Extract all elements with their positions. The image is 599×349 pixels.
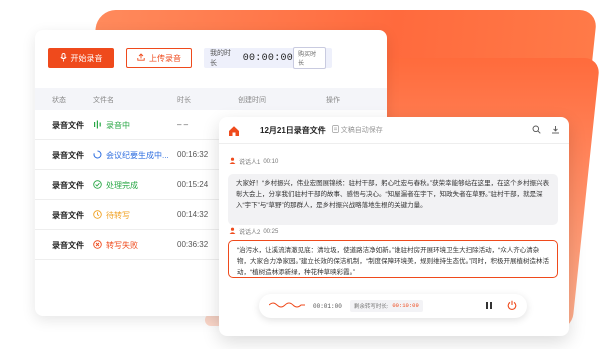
transcript-title: 12月21日录音文件 [260,125,326,135]
speaker-1-time: 00:10 [263,158,279,165]
power-icon[interactable] [507,300,517,313]
upload-recording-label: 上传录音 [149,53,181,63]
upload-recording-button[interactable]: 上传录音 [126,48,192,68]
column-header-actions: 操作 [326,97,340,104]
row-status: 转写失败 [93,240,138,251]
column-header-created: 创建时间 [238,97,266,104]
row-status-text: 转写失败 [106,241,138,250]
remaining-label: 剩余转写时长: [353,304,389,310]
player-time: 00:01:00 [313,302,342,310]
row-status-text: 会议纪要生成中... [106,151,169,160]
row-status-text: 待转写 [106,211,130,220]
home-icon[interactable] [228,124,240,136]
duration-box: 我的时长 00:00:00 购买时长 [204,47,332,69]
row-duration: 00:16:32 [177,150,209,159]
search-icon[interactable] [532,125,541,136]
speaker-2-tag: 说话人2 00:25 [229,227,278,236]
audio-player: 00:01:00 剩余转写时长: 00:10:09 [259,294,527,318]
check-circle-icon [93,180,102,191]
row-type: 录音文件 [52,181,84,190]
person-icon [229,157,236,166]
document-icon [332,125,339,135]
speaker-1-tag: 说话人1 00:10 [229,157,278,166]
spinner-icon [93,150,102,161]
transcript-bubble-2[interactable]: “治污水，让溪流清澈见底：清垃圾，使道路洁净如新。”谁驻村房开展环境卫生大扫除活… [228,240,558,278]
start-recording-button[interactable]: 开始录音 [48,48,114,68]
download-icon[interactable] [551,125,560,136]
duration-label: 我的时长 [210,50,231,67]
x-circle-icon [93,240,102,251]
row-status-text: 录音中 [106,121,130,130]
row-duration: 00:15:24 [177,180,209,189]
row-type: 录音文件 [52,151,84,160]
row-status: 待转写 [93,210,130,221]
row-type: 录音文件 [52,241,84,250]
row-status: 会议纪要生成中... [93,150,169,161]
row-duration: 00:36:32 [177,240,209,249]
row-status: 录音中 [93,120,130,131]
waveform-graphic [268,297,305,315]
pause-icon[interactable] [485,301,493,312]
upload-icon [137,53,145,63]
column-header-duration: 时长 [177,97,191,104]
buy-duration-button[interactable]: 购买时长 [293,47,326,69]
toolbar: 开始录音 上传录音 我的时长 00:00:00 购买时长 [48,47,332,69]
microphone-icon [59,52,67,64]
remaining-duration-box: 剩余转写时长: 00:10:09 [349,300,423,312]
speaker-1-name: 说话人1 [239,160,261,166]
duration-value: 00:00:00 [242,52,294,64]
clock-icon [93,210,102,221]
autosave-indicator: 文稿自动保存 [332,125,383,135]
transcript-header: 12月21日录音文件 文稿自动保存 [219,117,569,144]
row-type: 录音文件 [52,121,84,130]
autosave-text: 文稿自动保存 [340,127,383,134]
transcript-panel: 12月21日录音文件 文稿自动保存 说话人1 00:10 大家好！“乡村振兴，伟… [219,117,569,336]
transcript-bubble-1[interactable]: 大家好！“乡村振兴，伟业宏图展锦绣：驻村干部，躬心吐宏与春秋。”获荣幸能够站在这… [228,174,558,225]
start-recording-label: 开始录音 [70,53,103,63]
remaining-time: 00:10:09 [392,302,419,309]
speaker-2-name: 说话人2 [239,230,261,236]
column-header-status: 状态 [52,97,66,104]
person-icon [229,227,236,236]
speaker-2-time: 00:25 [263,228,279,235]
table-header: 状态 文件名 时长 创建时间 操作 [35,88,387,110]
row-status: 处理完成 [93,180,138,191]
column-header-filename: 文件名 [93,97,114,104]
header-tools [532,125,560,136]
row-status-text: 处理完成 [106,181,138,190]
row-type: 录音文件 [52,211,84,220]
row-duration: – – [177,120,189,129]
row-duration: 00:14:32 [177,210,209,219]
waveform-icon [93,120,102,131]
